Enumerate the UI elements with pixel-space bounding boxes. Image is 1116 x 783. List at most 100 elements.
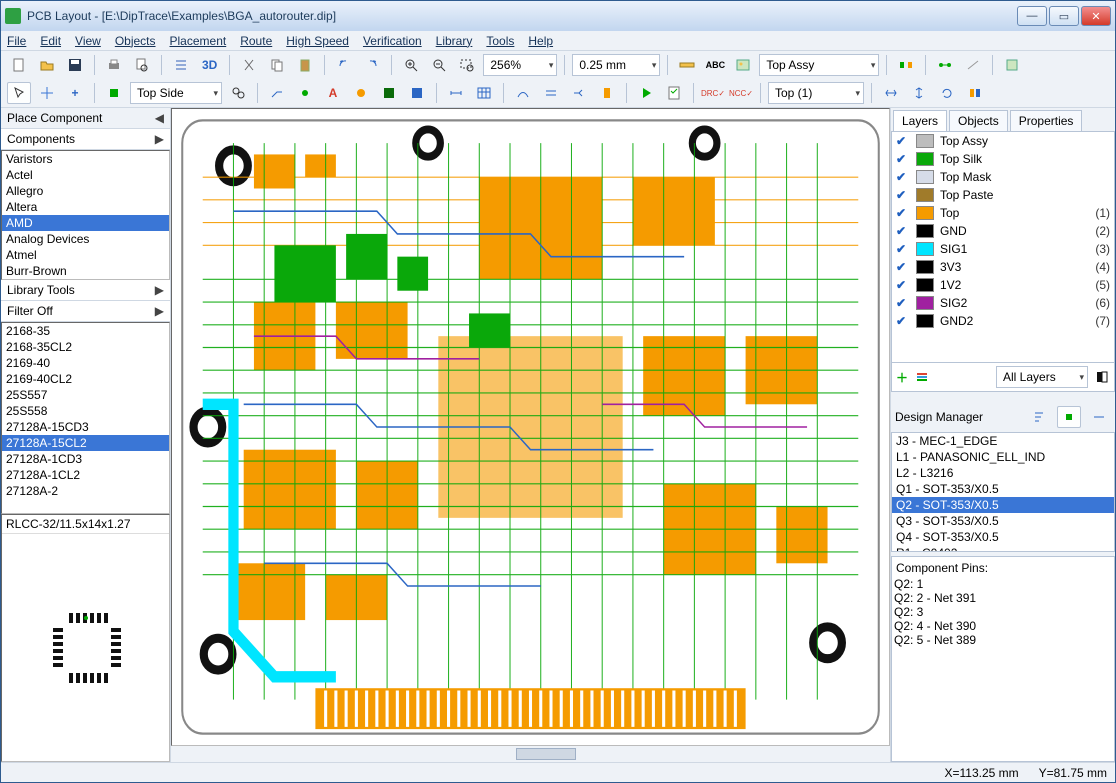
- layer-visible-icon[interactable]: ✔: [896, 134, 910, 148]
- dm-item[interactable]: L2 - L3216: [892, 465, 1114, 481]
- layer-color-swatch[interactable]: [916, 242, 934, 256]
- via-icon[interactable]: [293, 82, 317, 104]
- pcb-canvas[interactable]: [171, 108, 890, 746]
- layer-color-swatch[interactable]: [916, 170, 934, 184]
- tab-objects[interactable]: Objects: [949, 110, 1008, 131]
- component-icon[interactable]: [102, 82, 126, 104]
- bus-icon[interactable]: [595, 82, 619, 104]
- dm-item[interactable]: Q1 - SOT-353/X0.5: [892, 481, 1114, 497]
- dm-item[interactable]: Q4 - SOT-353/X0.5: [892, 529, 1114, 545]
- library-item[interactable]: Actel: [2, 167, 169, 183]
- pad-icon[interactable]: [349, 82, 373, 104]
- part-item[interactable]: 2169-40CL2: [2, 371, 169, 387]
- grid-combo[interactable]: 0.25 mm: [572, 54, 660, 76]
- part-item[interactable]: 2169-40: [2, 355, 169, 371]
- layer-color-swatch[interactable]: [916, 206, 934, 220]
- copy-icon[interactable]: [265, 54, 289, 76]
- pan-icon[interactable]: [35, 82, 59, 104]
- library-item[interactable]: Analog Devices: [2, 231, 169, 247]
- keepout-icon[interactable]: [405, 82, 429, 104]
- properties-icon[interactable]: [1000, 54, 1024, 76]
- menu-file[interactable]: File: [7, 34, 26, 48]
- zoom-out-icon[interactable]: [427, 54, 451, 76]
- current-layer-combo[interactable]: Top (1): [768, 82, 864, 104]
- tab-properties[interactable]: Properties: [1010, 110, 1083, 131]
- undo-icon[interactable]: [332, 54, 356, 76]
- dm-item[interactable]: J3 - MEC-1_EDGE: [892, 433, 1114, 449]
- route-manual-icon[interactable]: [265, 82, 289, 104]
- part-item[interactable]: 2168-35: [2, 323, 169, 339]
- layer-row[interactable]: ✔Top Silk: [892, 150, 1114, 168]
- layer-color-swatch[interactable]: [916, 224, 934, 238]
- layer-row[interactable]: ✔Top Mask: [892, 168, 1114, 186]
- components-hdr[interactable]: Components▶: [1, 129, 170, 150]
- layer-visible-icon[interactable]: ✔: [896, 278, 910, 292]
- layer-row[interactable]: ✔3V3(4): [892, 258, 1114, 276]
- part-item[interactable]: 27128A-15CD3: [2, 419, 169, 435]
- mirror-icon[interactable]: [963, 82, 987, 104]
- minimize-button[interactable]: —: [1017, 6, 1047, 26]
- library-item[interactable]: Atmel: [2, 247, 169, 263]
- copper-pour-icon[interactable]: [377, 82, 401, 104]
- menu-edit[interactable]: Edit: [40, 34, 61, 48]
- ratsnest-icon[interactable]: [511, 82, 535, 104]
- dm-net-icon[interactable]: [1087, 406, 1111, 428]
- run-icon[interactable]: [634, 82, 658, 104]
- net-icon[interactable]: [933, 54, 957, 76]
- paste-icon[interactable]: [293, 54, 317, 76]
- layer-color-swatch[interactable]: [916, 188, 934, 202]
- layer-visible-icon[interactable]: ✔: [896, 314, 910, 328]
- library-tools-hdr[interactable]: Library Tools▶: [1, 280, 170, 301]
- layer-row[interactable]: ✔GND(2): [892, 222, 1114, 240]
- menu-help[interactable]: Help: [528, 34, 553, 48]
- layer-color-swatch[interactable]: [916, 152, 934, 166]
- check1-icon[interactable]: DRC✓: [701, 82, 725, 104]
- menu-tools[interactable]: Tools: [486, 34, 514, 48]
- find-icon[interactable]: [226, 82, 250, 104]
- redo-icon[interactable]: [360, 54, 384, 76]
- save-icon[interactable]: [63, 54, 87, 76]
- layer-color-swatch[interactable]: [916, 296, 934, 310]
- dm-item[interactable]: R1 - C0402: [892, 545, 1114, 552]
- menu-placement[interactable]: Placement: [170, 34, 227, 48]
- preview-icon[interactable]: [130, 54, 154, 76]
- layers-list[interactable]: ✔Top Assy✔Top Silk✔Top Mask✔Top Paste✔To…: [891, 131, 1115, 363]
- panelize-icon[interactable]: [894, 54, 918, 76]
- fanout-icon[interactable]: A: [321, 82, 345, 104]
- pin-item[interactable]: Q2: 3: [894, 605, 1112, 619]
- menu-highspeed[interactable]: High Speed: [286, 34, 349, 48]
- pin-item[interactable]: Q2: 2 - Net 391: [894, 591, 1112, 605]
- assy-combo[interactable]: Top Assy: [759, 54, 879, 76]
- tab-layers[interactable]: Layers: [893, 110, 947, 131]
- layer-visible-icon[interactable]: ✔: [896, 188, 910, 202]
- menu-verification[interactable]: Verification: [363, 34, 422, 48]
- part-item[interactable]: 2168-35CL2: [2, 339, 169, 355]
- layer-visible-icon[interactable]: ✔: [896, 296, 910, 310]
- layer-color-swatch[interactable]: [916, 134, 934, 148]
- pins-list[interactable]: Q2: 1Q2: 2 - Net 391Q2: 3Q2: 4 - Net 390…: [894, 577, 1112, 647]
- dm-item[interactable]: Q3 - SOT-353/X0.5: [892, 513, 1114, 529]
- flip-v-icon[interactable]: [907, 82, 931, 104]
- menu-route[interactable]: Route: [240, 34, 272, 48]
- h-scrollbar[interactable]: [171, 746, 890, 762]
- layers-filter-combo[interactable]: All Layers: [996, 366, 1088, 388]
- layer-color-swatch[interactable]: [916, 278, 934, 292]
- drc-icon[interactable]: [662, 82, 686, 104]
- layer-row[interactable]: ✔GND2(7): [892, 312, 1114, 330]
- library-item[interactable]: Burr-Brown: [2, 263, 169, 279]
- check2-icon[interactable]: NCC✓: [729, 82, 753, 104]
- part-item[interactable]: 25S557: [2, 387, 169, 403]
- layer-visible-icon[interactable]: ✔: [896, 170, 910, 184]
- layer-visible-icon[interactable]: ✔: [896, 242, 910, 256]
- filter-hdr[interactable]: Filter Off▶: [1, 301, 170, 322]
- cursor-icon[interactable]: [7, 82, 31, 104]
- part-item[interactable]: 25S558: [2, 403, 169, 419]
- diffpair-icon[interactable]: [539, 82, 563, 104]
- layer-stack-icon[interactable]: [914, 369, 930, 385]
- layer-visible-icon[interactable]: ✔: [896, 206, 910, 220]
- open-icon[interactable]: [35, 54, 59, 76]
- side-combo[interactable]: Top Side: [130, 82, 222, 104]
- menu-view[interactable]: View: [75, 34, 101, 48]
- layer-visible-icon[interactable]: ✔: [896, 152, 910, 166]
- image-icon[interactable]: [731, 54, 755, 76]
